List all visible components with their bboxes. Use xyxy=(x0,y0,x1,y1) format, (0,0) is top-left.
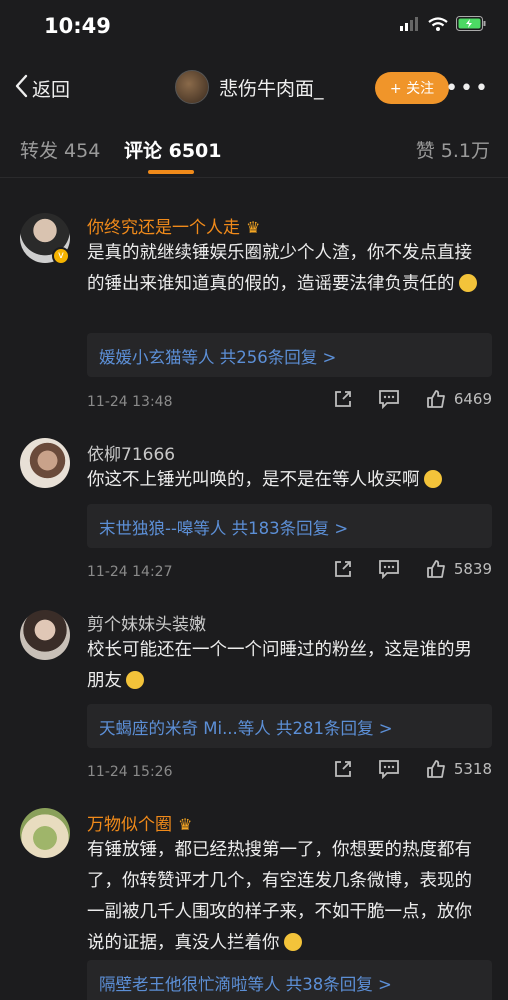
back-label: 返回 xyxy=(32,79,71,101)
comment-text: 校长可能还在一个一个问睡过的粉丝，这是谁的男朋友 xyxy=(87,640,472,691)
comment-time: 11-24 14:27 xyxy=(87,564,173,580)
comment-actions: 5318 xyxy=(320,759,492,779)
like-count: 5839 xyxy=(453,560,492,578)
emoji-icon xyxy=(283,933,302,951)
comment-author[interactable]: 依柳71666 xyxy=(87,440,175,465)
status-time: 10:49 xyxy=(44,14,111,38)
crown-icon: ♛ xyxy=(246,218,261,237)
avatar[interactable] xyxy=(20,438,70,488)
follow-button[interactable]: + 关注 xyxy=(375,72,449,104)
thumbs-up-icon xyxy=(426,390,445,408)
comment-icon[interactable] xyxy=(366,389,412,409)
reply-summary[interactable]: 隔壁老王他很忙滴啦等人 共38条回复 > xyxy=(87,960,492,1000)
comment-author[interactable]: 剪个妹妹头装嫩 xyxy=(87,610,206,635)
like-button[interactable]: 6469 xyxy=(426,389,492,409)
comment-time: 11-24 13:48 xyxy=(87,394,173,410)
like-count: 5318 xyxy=(453,760,492,778)
page-title: 悲伤牛肉面_ xyxy=(219,77,324,100)
emoji-icon xyxy=(458,274,477,292)
nav-bar: 返回 悲伤牛肉面_ + 关注 ••• xyxy=(0,64,508,114)
nav-user[interactable]: 悲伤牛肉面_ xyxy=(175,70,324,104)
share-icon[interactable] xyxy=(320,389,366,409)
comment-time: 11-24 15:26 xyxy=(87,764,173,780)
reply-summary[interactable]: 媛媛小玄猫等人 共256条回复 > xyxy=(87,333,492,377)
tab-repost[interactable]: 转发 454 xyxy=(20,136,100,163)
comment-text: 你这不上锤光叫唤的，是不是在等人收买啊 xyxy=(87,465,487,496)
comment-author[interactable]: 你终究还是一个人走 ♛ xyxy=(87,213,260,238)
comment-author[interactable]: 万物似个圈 ♛ xyxy=(87,810,192,835)
signal-icon xyxy=(400,16,420,35)
more-icon[interactable]: ••• xyxy=(445,76,490,101)
tab-likes[interactable]: 赞 5.1万 xyxy=(416,136,490,163)
thumbs-up-icon xyxy=(426,560,445,578)
battery-icon xyxy=(456,16,486,35)
verified-badge-icon: v xyxy=(52,247,70,265)
like-button[interactable]: 5839 xyxy=(426,559,492,579)
emoji-icon xyxy=(126,671,144,689)
share-icon[interactable] xyxy=(320,759,366,779)
tab-indicator xyxy=(148,170,194,174)
share-icon[interactable] xyxy=(320,559,366,579)
thumbs-up-icon xyxy=(426,760,445,778)
comment-actions: 6469 xyxy=(320,389,492,409)
avatar[interactable] xyxy=(20,610,70,660)
comment-text: 是真的就继续锤娱乐圈就少个人渣，你不发点直接的锤出来谁知道真的假的，造谣要法律负… xyxy=(87,238,487,300)
chevron-left-icon xyxy=(14,74,28,103)
status-bar: 10:49 xyxy=(0,0,508,56)
wifi-icon xyxy=(428,16,448,35)
avatar[interactable] xyxy=(175,70,209,104)
like-button[interactable]: 5318 xyxy=(426,759,492,779)
comment-icon[interactable] xyxy=(366,759,412,779)
tab-bar: 转发 454 评论 6501 赞 5.1万 xyxy=(0,128,508,178)
reply-summary[interactable]: 天蝎座的米奇 Mi...等人 共281条回复 > xyxy=(87,704,492,748)
back-button[interactable]: 返回 xyxy=(14,74,70,103)
comment-actions: 5839 xyxy=(320,559,492,579)
comment-text: 有锤放锤，都已经热搜第一了，你想要的热度都有了，你转赞评才几个，有空连发几条微博… xyxy=(87,840,472,953)
crown-icon: ♛ xyxy=(178,815,193,834)
tab-comments[interactable]: 评论 6501 xyxy=(124,136,222,163)
emoji-icon xyxy=(423,470,442,488)
avatar[interactable] xyxy=(20,808,70,858)
reply-summary[interactable]: 末世独狼--嗥等人 共183条回复 > xyxy=(87,504,492,548)
like-count: 6469 xyxy=(453,390,492,408)
status-icons xyxy=(400,16,486,35)
comment-icon[interactable] xyxy=(366,559,412,579)
